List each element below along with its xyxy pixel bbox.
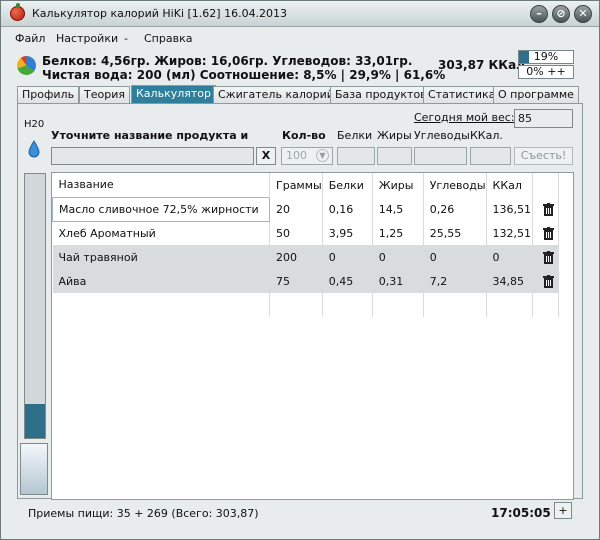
- nutrients-summary: Белков: 4,56гр. Жиров: 16,06гр. Углеводо…: [42, 54, 413, 68]
- row-delete[interactable]: [532, 221, 559, 245]
- carbs-field: [414, 147, 467, 165]
- row-fats: 1,25: [372, 221, 424, 245]
- table-row[interactable]: Чай травяной 200 0 0 0 0: [52, 245, 559, 269]
- trash-icon[interactable]: [542, 226, 554, 240]
- water-level-bar: [24, 173, 46, 439]
- restore-icon[interactable]: ⊘: [552, 5, 570, 23]
- h2o-label: H20: [24, 119, 45, 130]
- trash-icon[interactable]: [542, 202, 554, 216]
- fats-field: [377, 147, 412, 165]
- qty-spin-icon[interactable]: ▼: [316, 149, 329, 162]
- menu-bar: Файл Настройки - Справка: [1, 28, 599, 48]
- menu-file[interactable]: Файл: [15, 32, 45, 45]
- tab-theory[interactable]: Теория: [79, 86, 130, 103]
- kcal-field: [470, 147, 511, 165]
- row-carbs: 0: [423, 245, 487, 269]
- water-ratio-summary: Чистая вода: 200 (мл) Соотношение: 8,5% …: [42, 68, 446, 82]
- row-fats: 0,31: [372, 269, 424, 293]
- title-bar[interactable]: Калькулятор калорий HiKi [1.62] 16.04.20…: [1, 1, 599, 27]
- col-fats[interactable]: Жиры: [372, 173, 424, 197]
- water-glass-icon[interactable]: [20, 443, 48, 495]
- menu-separator: -: [124, 32, 128, 45]
- daily-progress-label: 19%: [533, 50, 559, 63]
- col-proteins[interactable]: Белки: [322, 173, 373, 197]
- row-carbs: 25,55: [423, 221, 487, 245]
- row-fats: 0: [372, 245, 424, 269]
- window-title: Калькулятор калорий HiKi [1.62] 16.04.20…: [32, 7, 288, 20]
- row-name[interactable]: Хлеб Ароматный: [52, 221, 270, 245]
- fats-label: Жиры: [377, 129, 412, 142]
- row-proteins: 3,95: [322, 221, 373, 245]
- weight-input[interactable]: 85: [514, 109, 573, 128]
- tab-profile[interactable]: Профиль: [17, 86, 80, 103]
- app-window: Калькулятор калорий HiKi [1.62] 16.04.20…: [0, 0, 600, 540]
- water-drop-icon[interactable]: [28, 140, 40, 158]
- row-fats: 14,5: [372, 197, 424, 221]
- proteins-label: Белки: [337, 129, 373, 142]
- table-header: Название Граммы Белки Жиры Углеводы ККал: [52, 173, 559, 197]
- row-proteins: 0,16: [322, 197, 373, 221]
- row-proteins: 0: [322, 245, 373, 269]
- row-carbs: 0,26: [423, 197, 487, 221]
- tab-calorie-burner[interactable]: Сжигатель калорий: [213, 86, 339, 103]
- tab-about[interactable]: О программе: [493, 86, 579, 103]
- row-grams[interactable]: 75: [269, 269, 323, 293]
- row-grams[interactable]: 50: [269, 221, 323, 245]
- table-row[interactable]: Айва 75 0,45 0,31 7,2 34,85: [52, 269, 559, 293]
- tab-product-base[interactable]: База продуктов: [330, 86, 432, 103]
- col-delete: [532, 173, 559, 197]
- row-name[interactable]: Чай травяной: [52, 245, 270, 269]
- tab-statistics[interactable]: Статистика: [423, 86, 501, 103]
- row-name[interactable]: Масло сливочное 72,5% жирности: [52, 196, 270, 222]
- pie-chart-icon: [17, 56, 36, 75]
- row-delete[interactable]: [532, 245, 559, 269]
- product-label: Уточните название продукта и: [51, 129, 249, 142]
- row-kcal: 34,85: [486, 269, 533, 293]
- carbs-label: Углеводы: [414, 129, 470, 142]
- total-kcal: 303,87 ККал: [438, 58, 525, 72]
- row-kcal: 132,51: [486, 221, 533, 245]
- row-delete[interactable]: [532, 197, 559, 221]
- table-row-empty: [52, 293, 559, 317]
- kcal-label: ККал.: [470, 129, 503, 142]
- weight-label: Сегодня мой вес:: [414, 111, 515, 124]
- row-kcal: 0: [486, 245, 533, 269]
- apple-icon: [10, 3, 25, 21]
- clock: 17:05:05: [491, 506, 551, 520]
- row-carbs: 7,2: [423, 269, 487, 293]
- minimize-icon[interactable]: –: [530, 5, 548, 23]
- row-kcal: 136,51: [486, 197, 533, 221]
- daily-progress-fill: [519, 51, 530, 63]
- close-icon[interactable]: ✕: [574, 5, 592, 23]
- menu-settings[interactable]: Настройки: [56, 32, 118, 45]
- col-grams[interactable]: Граммы: [269, 173, 323, 197]
- excess-progress-bar: 0% ++: [518, 65, 574, 79]
- col-kcal[interactable]: ККал: [486, 173, 533, 197]
- eat-button[interactable]: Съесть!: [514, 147, 573, 165]
- col-name[interactable]: Название: [52, 173, 270, 197]
- product-search-input[interactable]: [51, 147, 254, 165]
- food-table: Название Граммы Белки Жиры Углеводы ККал…: [51, 172, 574, 500]
- tab-calculator[interactable]: Калькулятор: [131, 85, 216, 103]
- menu-help[interactable]: Справка: [144, 32, 192, 45]
- table-row[interactable]: Хлеб Ароматный 50 3,95 1,25 25,55 132,51: [52, 221, 559, 245]
- plus-button[interactable]: +: [554, 502, 572, 519]
- col-carbs[interactable]: Углеводы: [423, 173, 487, 197]
- row-grams[interactable]: 200: [269, 245, 323, 269]
- meals-summary: Приемы пищи: 35 + 269 (Всего: 303,87): [28, 507, 259, 520]
- water-level-fill: [25, 403, 45, 438]
- clear-button[interactable]: X: [256, 147, 276, 165]
- trash-icon[interactable]: [542, 250, 554, 264]
- row-delete[interactable]: [532, 269, 559, 293]
- proteins-field: [337, 147, 375, 165]
- daily-progress-bar: 19%: [518, 50, 574, 64]
- row-proteins: 0,45: [322, 269, 373, 293]
- row-grams[interactable]: 20: [269, 197, 323, 221]
- trash-icon[interactable]: [542, 274, 554, 288]
- table-row[interactable]: Масло сливочное 72,5% жирности 20 0,16 1…: [52, 196, 559, 222]
- qty-label: Кол-во: [282, 129, 326, 142]
- excess-progress-label: 0% ++: [526, 65, 566, 78]
- row-name[interactable]: Айва: [52, 269, 270, 293]
